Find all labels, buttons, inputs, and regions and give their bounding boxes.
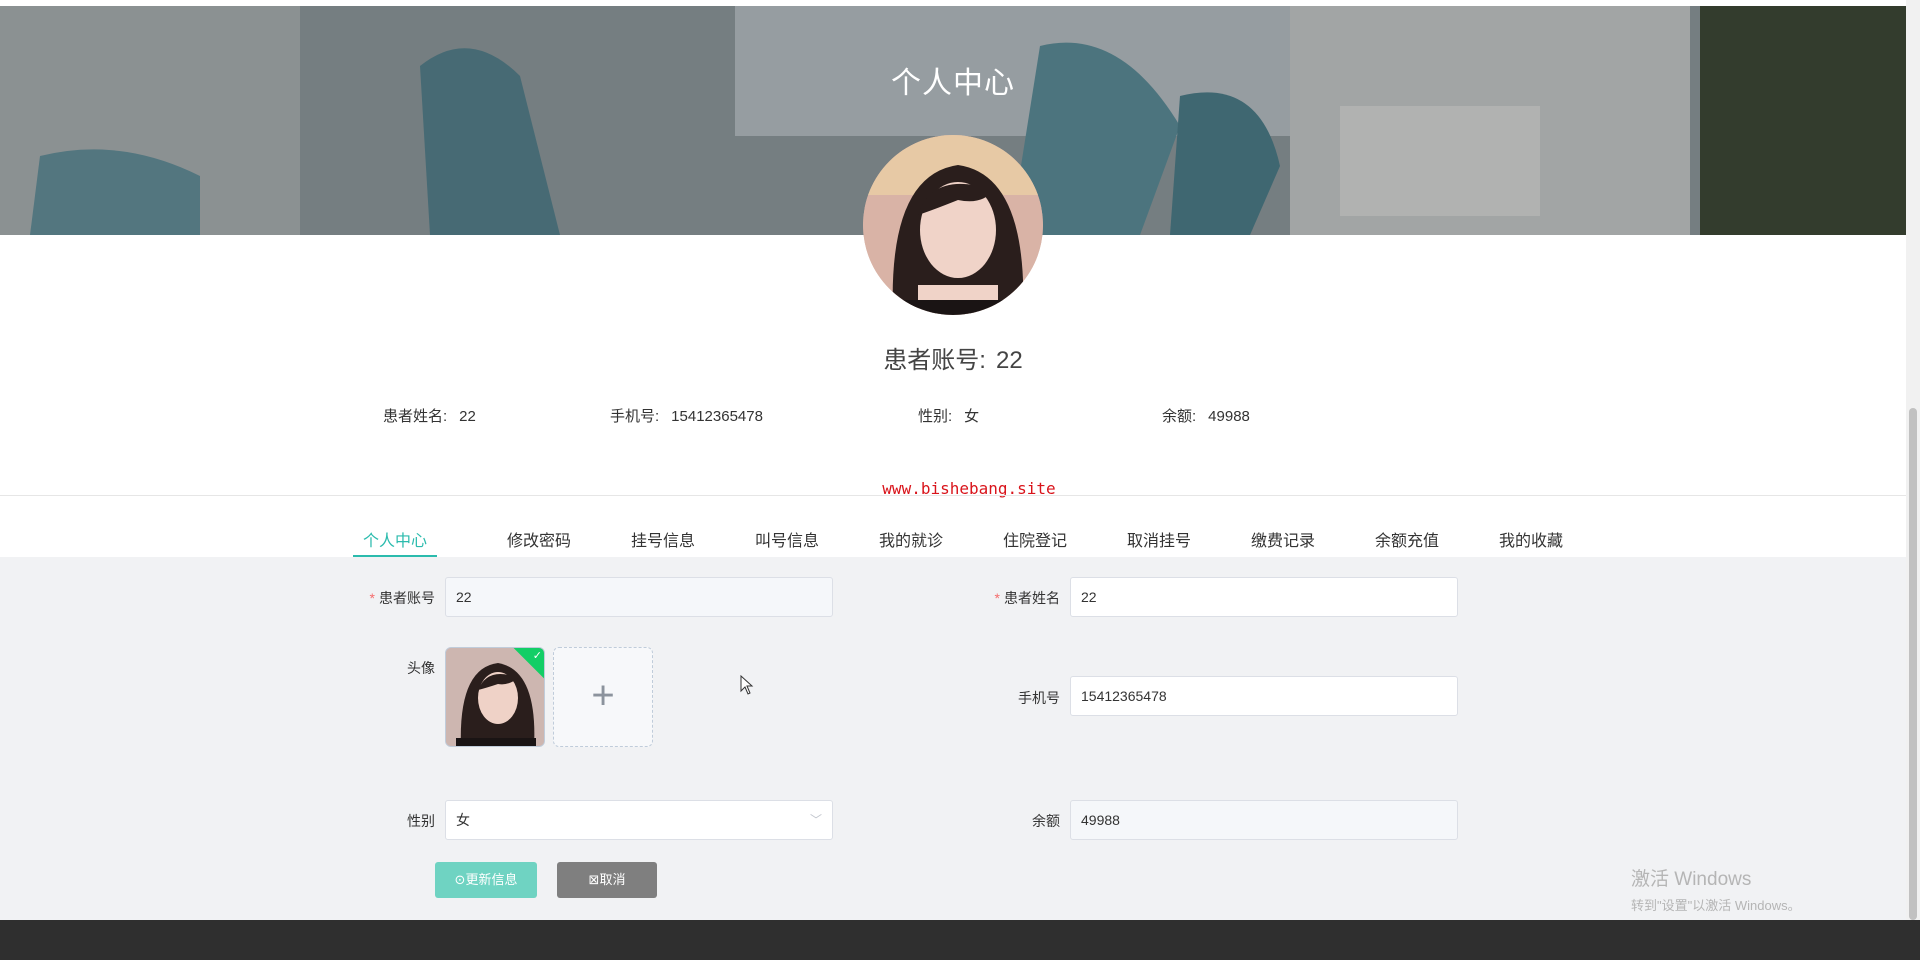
- info-balance-label: 余额:: [1162, 408, 1197, 425]
- avatar-field-label: 头像: [407, 660, 435, 676]
- phone-field[interactable]: 15412365478: [1070, 676, 1458, 716]
- plus-icon: +: [591, 673, 615, 718]
- info-name-label: 患者姓名:: [383, 408, 448, 425]
- avatar-upload-thumbnail[interactable]: ✓: [445, 647, 545, 747]
- gender-select[interactable]: 女 ﹀: [445, 800, 833, 840]
- divider: [0, 495, 1906, 496]
- name-field[interactable]: 22: [1070, 577, 1458, 617]
- gender-select-value: 女: [456, 812, 470, 828]
- account-field[interactable]: 22: [445, 577, 833, 617]
- required-mark: *: [369, 590, 375, 606]
- info-name-value: 22: [459, 408, 476, 425]
- check-icon: ✓: [532, 649, 542, 662]
- page: 个人中心 患者账号: 22 患者姓名: 22 手机号: 15412365478 性别:…: [0, 0, 1920, 960]
- tab-registration-info[interactable]: 挂号信息: [601, 515, 725, 557]
- info-gender-value: 女: [964, 408, 980, 425]
- page-title: 个人中心: [891, 67, 1015, 100]
- chevron-down-icon: ﹀: [809, 813, 822, 827]
- info-name: 患者姓名: 22: [383, 405, 476, 426]
- phone-field-label: 手机号: [1018, 690, 1060, 706]
- tab-hospitalization[interactable]: 住院登记: [973, 515, 1097, 557]
- windows-activation-hint: 转到"设置"以激活 Windows。: [1631, 898, 1801, 913]
- info-phone-value: 15412365478: [671, 408, 763, 425]
- check-circle-icon: ⊙: [454, 872, 466, 887]
- tab-payment-records[interactable]: 缴费记录: [1221, 515, 1345, 557]
- account-label: 患者账号:: [883, 347, 986, 374]
- profile-form: [0, 557, 1906, 920]
- gender-field-label: 性别: [407, 813, 435, 829]
- name-field-label: * 患者姓名: [985, 588, 1060, 608]
- required-mark: *: [994, 590, 1000, 606]
- tab-personal-center[interactable]: 个人中心: [353, 515, 437, 557]
- info-gender: 性别: 女: [918, 405, 979, 426]
- tab-cancel-registration[interactable]: 取消挂号: [1097, 515, 1221, 557]
- account-value: 22: [995, 347, 1023, 374]
- avatar-upload-button[interactable]: +: [553, 647, 653, 747]
- tab-my-visits[interactable]: 我的就诊: [849, 515, 973, 557]
- cancel-button[interactable]: ⊠取消: [557, 862, 657, 898]
- name-field-label-text: 患者姓名: [1004, 590, 1060, 606]
- avatar: [863, 135, 1043, 315]
- account-field-label-text: 患者账号: [379, 590, 435, 606]
- tab-call-info[interactable]: 叫号信息: [725, 515, 849, 557]
- update-info-button[interactable]: ⊙更新信息: [435, 862, 537, 898]
- tab-change-password[interactable]: 修改密码: [477, 515, 601, 557]
- windows-activation-title: 激活 Windows: [1631, 869, 1752, 890]
- windows-activation-notice: 激活 Windows 转到"设置"以激活 Windows。: [1631, 864, 1801, 914]
- info-gender-label: 性别:: [918, 408, 953, 425]
- footer: [0, 920, 1920, 960]
- info-phone-label: 手机号:: [610, 408, 660, 425]
- balance-field-label: 余额: [1032, 813, 1060, 829]
- avatar-photo: [863, 135, 1043, 315]
- close-square-icon: ⊠: [588, 872, 600, 887]
- info-balance-value: 49988: [1208, 408, 1250, 425]
- account-heading: 患者账号: 22: [0, 340, 1906, 375]
- balance-field[interactable]: 49988: [1070, 800, 1458, 840]
- update-info-label: 更新信息: [465, 872, 518, 887]
- info-phone: 手机号: 15412365478: [610, 405, 763, 426]
- info-balance: 余额: 49988: [1162, 405, 1250, 426]
- scrollbar-thumb[interactable]: [1909, 408, 1917, 920]
- account-field-label: * 患者账号: [360, 588, 435, 608]
- tab-my-favorites[interactable]: 我的收藏: [1469, 515, 1593, 557]
- tab-balance-recharge[interactable]: 余额充值: [1345, 515, 1469, 557]
- cancel-label: 取消: [599, 872, 626, 887]
- tab-bar: 个人中心 修改密码 挂号信息 叫号信息 我的就诊 住院登记 取消挂号 缴费记录 …: [353, 515, 1593, 557]
- mouse-cursor-icon: [740, 675, 754, 695]
